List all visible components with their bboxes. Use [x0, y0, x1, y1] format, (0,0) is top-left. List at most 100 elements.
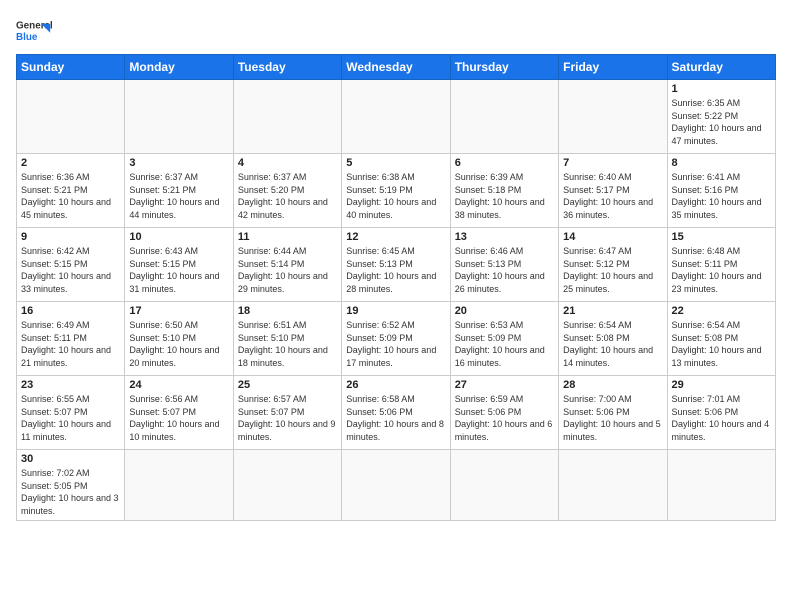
day-info: Sunrise: 6:54 AM Sunset: 5:08 PM Dayligh…: [563, 319, 662, 369]
calendar-cell: 29Sunrise: 7:01 AM Sunset: 5:06 PM Dayli…: [667, 376, 775, 450]
day-number: 29: [672, 379, 771, 391]
calendar-cell: 19Sunrise: 6:52 AM Sunset: 5:09 PM Dayli…: [342, 302, 450, 376]
calendar-cell: 16 Sunrise: 6:49 AM Sunset: 5:11 PM Dayli…: [17, 302, 125, 376]
day-number: 10: [129, 231, 228, 243]
day-info: Sunrise: 6:55 AM Sunset: 5:07 PM Dayligh…: [21, 393, 120, 443]
day-number: 4: [238, 157, 337, 169]
calendar-cell: 21 Sunrise: 6:54 AM Sunset: 5:08 PM Dayli…: [559, 302, 667, 376]
logo: General Blue: [16, 16, 52, 46]
day-info: Sunrise: 6:51 AM Sunset: 5:10 PM Dayligh…: [238, 319, 337, 369]
calendar-cell: 10Sunrise: 6:43 AM Sunset: 5:15 PM Dayli…: [125, 228, 233, 302]
day-info: Sunrise: 6:39 AM Sunset: 5:18 PM Dayligh…: [455, 171, 554, 221]
calendar-row-3: 9 Sunrise: 6:42 AM Sunset: 5:15 PM Daylig…: [17, 228, 776, 302]
day-info: Sunrise: 6:44 AM Sunset: 5:14 PM Dayligh…: [238, 245, 337, 295]
day-number: 25: [238, 379, 337, 391]
day-info: Sunrise: 6:38 AM Sunset: 5:19 PM Dayligh…: [346, 171, 445, 221]
day-number: 1: [672, 83, 771, 95]
calendar-cell: 27 Sunrise: 6:59 AM Sunset: 5:06 PM Dayli…: [450, 376, 558, 450]
day-number: 17: [129, 305, 228, 317]
calendar-cell: [233, 80, 341, 154]
calendar-cell: 9 Sunrise: 6:42 AM Sunset: 5:15 PM Daylig…: [17, 228, 125, 302]
day-info: Sunrise: 7:00 AM Sunset: 5:06 PM Dayligh…: [563, 393, 662, 443]
calendar-cell: [125, 450, 233, 521]
calendar-cell: 28 Sunrise: 7:00 AM Sunset: 5:06 PM Dayli…: [559, 376, 667, 450]
calendar-cell: [559, 80, 667, 154]
weekday-wednesday: Wednesday: [342, 55, 450, 80]
calendar-cell: [125, 80, 233, 154]
calendar-cell: 24 Sunrise: 6:56 AM Sunset: 5:07 PM Dayli…: [125, 376, 233, 450]
day-number: 30: [21, 453, 120, 465]
day-info: Sunrise: 6:41 AM Sunset: 5:16 PM Dayligh…: [672, 171, 771, 221]
calendar-cell: 2Sunrise: 6:36 AM Sunset: 5:21 PM Daylig…: [17, 154, 125, 228]
day-number: 6: [455, 157, 554, 169]
day-info: Sunrise: 6:48 AM Sunset: 5:11 PM Dayligh…: [672, 245, 771, 295]
day-info: Sunrise: 6:58 AM Sunset: 5:06 PM Dayligh…: [346, 393, 445, 443]
calendar-row-5: 23Sunrise: 6:55 AM Sunset: 5:07 PM Dayli…: [17, 376, 776, 450]
generalblue-logo-icon: General Blue: [16, 16, 52, 46]
day-info: Sunrise: 6:54 AM Sunset: 5:08 PM Dayligh…: [672, 319, 771, 369]
day-info: Sunrise: 6:57 AM Sunset: 5:07 PM Dayligh…: [238, 393, 337, 443]
day-number: 28: [563, 379, 662, 391]
weekday-saturday: Saturday: [667, 55, 775, 80]
calendar-cell: [667, 450, 775, 521]
header: General Blue: [16, 16, 776, 46]
day-number: 20: [455, 305, 554, 317]
day-info: Sunrise: 6:35 AM Sunset: 5:22 PM Dayligh…: [672, 97, 771, 147]
calendar-cell: 7Sunrise: 6:40 AM Sunset: 5:17 PM Daylig…: [559, 154, 667, 228]
calendar-cell: 25 Sunrise: 6:57 AM Sunset: 5:07 PM Dayli…: [233, 376, 341, 450]
calendar-cell: 15 Sunrise: 6:48 AM Sunset: 5:11 PM Dayli…: [667, 228, 775, 302]
calendar-cell: 6 Sunrise: 6:39 AM Sunset: 5:18 PM Daylig…: [450, 154, 558, 228]
day-number: 22: [672, 305, 771, 317]
calendar-cell: 26 Sunrise: 6:58 AM Sunset: 5:06 PM Dayli…: [342, 376, 450, 450]
weekday-header-row: SundayMondayTuesdayWednesdayThursdayFrid…: [17, 55, 776, 80]
calendar-cell: 11Sunrise: 6:44 AM Sunset: 5:14 PM Dayli…: [233, 228, 341, 302]
day-info: Sunrise: 6:50 AM Sunset: 5:10 PM Dayligh…: [129, 319, 228, 369]
calendar-cell: 13Sunrise: 6:46 AM Sunset: 5:13 PM Dayli…: [450, 228, 558, 302]
day-info: Sunrise: 6:53 AM Sunset: 5:09 PM Dayligh…: [455, 319, 554, 369]
day-number: 16: [21, 305, 120, 317]
day-number: 5: [346, 157, 445, 169]
day-number: 24: [129, 379, 228, 391]
day-info: Sunrise: 6:37 AM Sunset: 5:20 PM Dayligh…: [238, 171, 337, 221]
day-info: Sunrise: 6:42 AM Sunset: 5:15 PM Dayligh…: [21, 245, 120, 295]
calendar-cell: [342, 80, 450, 154]
calendar-cell: 17 Sunrise: 6:50 AM Sunset: 5:10 PM Dayli…: [125, 302, 233, 376]
day-number: 7: [563, 157, 662, 169]
day-number: 9: [21, 231, 120, 243]
calendar-cell: 12 Sunrise: 6:45 AM Sunset: 5:13 PM Dayli…: [342, 228, 450, 302]
calendar-row-2: 2Sunrise: 6:36 AM Sunset: 5:21 PM Daylig…: [17, 154, 776, 228]
weekday-friday: Friday: [559, 55, 667, 80]
weekday-sunday: Sunday: [17, 55, 125, 80]
day-number: 12: [346, 231, 445, 243]
calendar-cell: 14 Sunrise: 6:47 AM Sunset: 5:12 PM Dayli…: [559, 228, 667, 302]
day-info: Sunrise: 6:45 AM Sunset: 5:13 PM Dayligh…: [346, 245, 445, 295]
day-info: Sunrise: 6:59 AM Sunset: 5:06 PM Dayligh…: [455, 393, 554, 443]
calendar-row-1: 1 Sunrise: 6:35 AM Sunset: 5:22 PM Daylig…: [17, 80, 776, 154]
calendar-cell: [450, 450, 558, 521]
calendar-row-4: 16 Sunrise: 6:49 AM Sunset: 5:11 PM Dayli…: [17, 302, 776, 376]
calendar-cell: 5 Sunrise: 6:38 AM Sunset: 5:19 PM Daylig…: [342, 154, 450, 228]
day-number: 21: [563, 305, 662, 317]
day-info: Sunrise: 6:46 AM Sunset: 5:13 PM Dayligh…: [455, 245, 554, 295]
day-info: Sunrise: 6:56 AM Sunset: 5:07 PM Dayligh…: [129, 393, 228, 443]
day-number: 26: [346, 379, 445, 391]
calendar-cell: 23Sunrise: 6:55 AM Sunset: 5:07 PM Dayli…: [17, 376, 125, 450]
day-number: 14: [563, 231, 662, 243]
calendar-cell: 3Sunrise: 6:37 AM Sunset: 5:21 PM Daylig…: [125, 154, 233, 228]
day-number: 19: [346, 305, 445, 317]
day-info: Sunrise: 6:49 AM Sunset: 5:11 PM Dayligh…: [21, 319, 120, 369]
calendar-cell: 1 Sunrise: 6:35 AM Sunset: 5:22 PM Daylig…: [667, 80, 775, 154]
calendar-cell: 30 Sunrise: 7:02 AM Sunset: 5:05 PM Dayli…: [17, 450, 125, 521]
calendar-cell: [233, 450, 341, 521]
calendar-cell: 4 Sunrise: 6:37 AM Sunset: 5:20 PM Daylig…: [233, 154, 341, 228]
day-number: 27: [455, 379, 554, 391]
svg-text:Blue: Blue: [16, 32, 38, 43]
day-number: 3: [129, 157, 228, 169]
day-info: Sunrise: 6:36 AM Sunset: 5:21 PM Dayligh…: [21, 171, 120, 221]
day-number: 15: [672, 231, 771, 243]
calendar-cell: [450, 80, 558, 154]
day-info: Sunrise: 6:47 AM Sunset: 5:12 PM Dayligh…: [563, 245, 662, 295]
day-info: Sunrise: 7:02 AM Sunset: 5:05 PM Dayligh…: [21, 467, 120, 517]
weekday-tuesday: Tuesday: [233, 55, 341, 80]
weekday-monday: Monday: [125, 55, 233, 80]
